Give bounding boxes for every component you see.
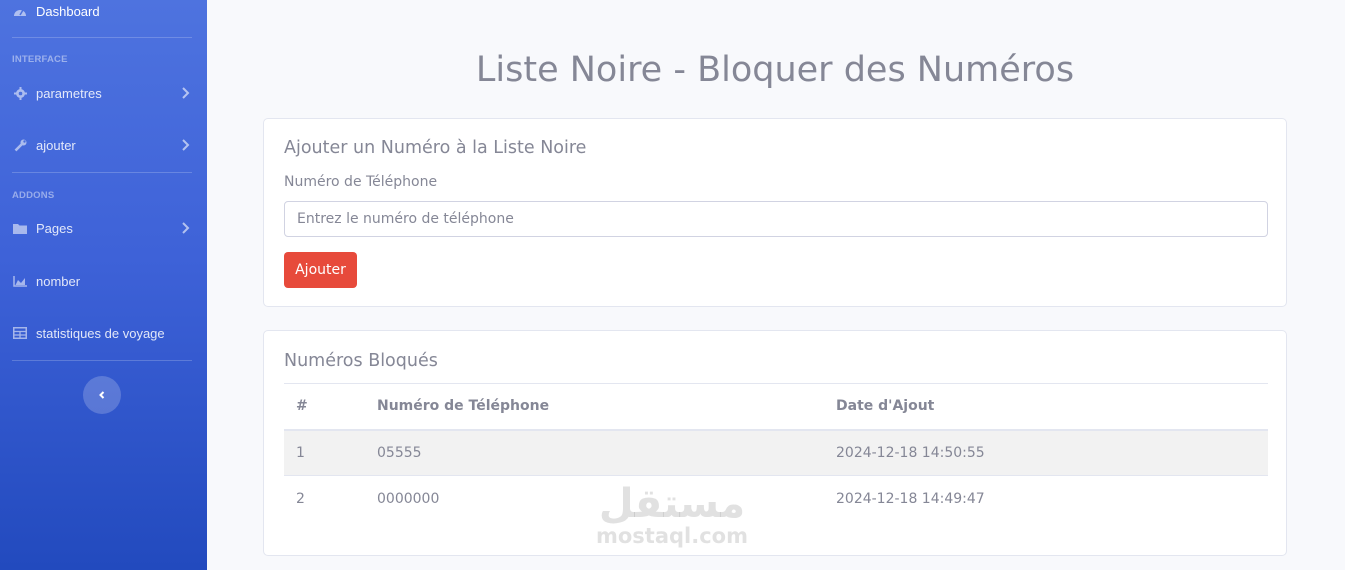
sidebar-heading-interface: INTERFACE	[12, 54, 68, 65]
sidebar-item-label: Pages	[36, 220, 73, 236]
sidebar-heading-addons: ADDONS	[12, 190, 55, 201]
page-title: Liste Noire - Bloquer des Numéros	[475, 50, 1075, 90]
cell-date: 2024-12-18 14:50:55	[836, 444, 985, 461]
chevron-right-icon	[182, 222, 190, 234]
sidebar-item-label: statistiques de voyage	[36, 325, 165, 341]
blocked-numbers-table: # Numéro de Téléphone Date d'Ajout 1 055…	[284, 383, 1268, 522]
table-icon	[13, 326, 27, 340]
add-number-card: Ajouter un Numéro à la Liste Noire Numér…	[263, 118, 1287, 307]
tachometer-icon	[13, 4, 27, 18]
add-number-card-title: Ajouter un Numéro à la Liste Noire	[284, 138, 587, 158]
cell-phone: 0000000	[377, 490, 440, 507]
chevron-left-icon	[99, 391, 105, 399]
cell-date: 2024-12-18 14:49:47	[836, 490, 985, 507]
phone-field-label: Numéro de Téléphone	[284, 174, 438, 190]
column-header-index: #	[296, 398, 308, 415]
sidebar-item-label: ajouter	[36, 137, 76, 153]
column-header-phone: Numéro de Téléphone	[377, 398, 550, 415]
chart-area-icon	[13, 274, 27, 288]
wrench-icon	[13, 138, 27, 152]
table-row: 2 0000000 2024-12-18 14:49:47	[284, 476, 1268, 522]
blocked-numbers-card-title: Numéros Bloqués	[284, 351, 438, 371]
cog-icon	[13, 86, 27, 100]
sidebar-divider	[12, 360, 192, 361]
column-header-date: Date d'Ajout	[836, 398, 935, 415]
sidebar-item-label: nomber	[36, 273, 81, 289]
folder-icon	[13, 221, 27, 235]
sidebar-divider	[12, 37, 192, 38]
chevron-right-icon	[182, 139, 190, 151]
sidebar-item-parametres[interactable]: parametres	[0, 75, 207, 111]
cell-index: 2	[296, 490, 305, 507]
sidebar-item-dashboard[interactable]: Dashboard	[0, 0, 207, 29]
cell-phone: 05555	[377, 444, 422, 461]
phone-number-input[interactable]	[284, 201, 1268, 237]
cell-index: 1	[296, 444, 305, 461]
sidebar-item-label: Dashboard	[36, 3, 100, 19]
sidebar-item-nomber[interactable]: nomber	[0, 263, 207, 299]
sidebar-item-label: parametres	[36, 85, 102, 101]
sidebar-divider	[12, 172, 192, 173]
sidebar-item-pages[interactable]: Pages	[0, 210, 207, 246]
blocked-numbers-card: Numéros Bloqués # Numéro de Téléphone Da…	[263, 330, 1287, 556]
add-to-blacklist-button[interactable]: Ajouter	[284, 252, 357, 288]
table-header-row: # Numéro de Téléphone Date d'Ajout	[284, 383, 1268, 430]
sidebar-item-ajouter[interactable]: ajouter	[0, 127, 207, 163]
table-row: 1 05555 2024-12-18 14:50:55	[284, 429, 1268, 476]
chevron-right-icon	[182, 87, 190, 99]
sidebar-toggle-button[interactable]	[83, 376, 121, 414]
sidebar: Dashboard INTERFACE parametres ajouter A…	[0, 0, 207, 570]
sidebar-item-statistiques[interactable]: statistiques de voyage	[0, 315, 207, 351]
